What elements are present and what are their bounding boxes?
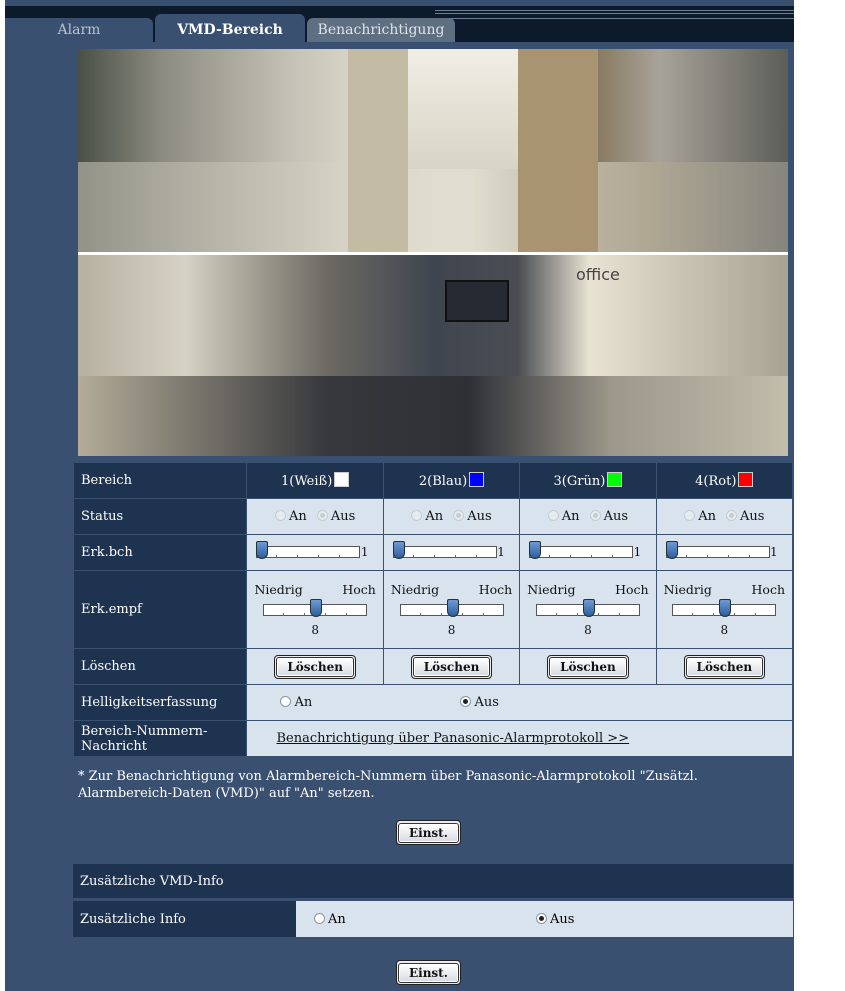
status-off-radio[interactable]	[725, 510, 737, 521]
nachricht-label: Bereich-Nummern-Nachricht	[72, 720, 248, 757]
helligkeit-off-radio[interactable]	[460, 696, 472, 707]
area-2-color-swatch	[469, 472, 485, 487]
camera-image[interactable]: office	[78, 49, 788, 456]
area-4-header: 4(Rot)	[655, 462, 794, 499]
loeschen-label: Löschen	[72, 648, 248, 685]
erk-empf-slider[interactable]	[397, 599, 507, 621]
helligkeit-on-radio[interactable]	[280, 696, 292, 707]
status-on-radio[interactable]	[411, 510, 423, 521]
status-off-radio[interactable]	[316, 510, 328, 521]
einst-button-vmd[interactable]: Einst.	[398, 823, 459, 843]
area-4-color-swatch	[738, 472, 754, 487]
area-1-delete-button[interactable]: Löschen	[276, 656, 354, 677]
erk-bch-slider[interactable]: 1	[529, 540, 641, 561]
panorama-top	[78, 49, 788, 252]
status-on-radio[interactable]	[275, 510, 287, 521]
status-on-radio[interactable]	[547, 510, 559, 521]
erk-bch-slider[interactable]: 1	[665, 540, 778, 561]
zusatz-info-label: Zusätzliche Info	[73, 901, 296, 937]
zusatz-on-radio[interactable]	[314, 912, 325, 924]
area-1-header: 1(Weiß)	[246, 462, 384, 499]
bereich-label: Bereich	[72, 462, 248, 499]
area-1-color-swatch	[334, 472, 350, 487]
panorama-bottom: office	[78, 255, 788, 456]
area-4-delete-button[interactable]: Löschen	[685, 656, 764, 677]
erk-bch-slider[interactable]: 1	[392, 540, 505, 561]
area-2-header: 2(Blau)	[382, 462, 521, 499]
area-3-color-swatch	[607, 472, 623, 487]
alarm-protocol-note: * Zur Benachrichtigung von Alarmbereich-…	[78, 769, 698, 801]
status-on-radio[interactable]	[684, 510, 696, 521]
tab-vmd-bereich[interactable]: VMD-Bereich	[155, 14, 305, 46]
status-label: Status	[72, 498, 248, 535]
erk-empf-slider[interactable]	[260, 599, 370, 621]
zusatz-section-title: Zusätzliche VMD-Info	[73, 864, 793, 898]
zusatz-info-row: Zusätzliche Info An Aus	[73, 901, 793, 937]
zusatz-off-radio[interactable]	[536, 912, 547, 924]
tab-benachrichtigung[interactable]: Benachrichtigung	[307, 18, 455, 42]
status-off-radio[interactable]	[589, 510, 601, 521]
helligkeit-label: Helligkeitserfassung	[72, 684, 248, 721]
erk-bch-slider[interactable]: 1	[256, 540, 368, 561]
area-3-header: 3(Grün)	[519, 462, 657, 499]
area-2-delete-button[interactable]: Löschen	[412, 656, 491, 677]
erk-empf-slider[interactable]	[669, 599, 779, 621]
status-off-radio[interactable]	[453, 510, 465, 521]
einst-button-zusatz[interactable]: Einst.	[398, 963, 459, 983]
erk-empf-slider[interactable]	[533, 599, 643, 621]
erk-bch-label: Erk.bch	[72, 534, 248, 571]
panasonic-alarm-protocol-link[interactable]: Benachrichtigung über Panasonic-Alarmpro…	[248, 731, 629, 746]
tab-bar: Alarm VMD-Bereich Benachrichtigung	[5, 6, 794, 46]
erk-empf-label: Erk.empf	[72, 570, 248, 649]
office-sign: office	[576, 265, 620, 284]
vmd-area-table: Bereich 1(Weiß) 2(Blau) 3(Grün) 4(Rot) S…	[72, 462, 794, 757]
tab-alarm[interactable]: Alarm	[5, 18, 153, 42]
area-3-delete-button[interactable]: Löschen	[549, 656, 627, 677]
